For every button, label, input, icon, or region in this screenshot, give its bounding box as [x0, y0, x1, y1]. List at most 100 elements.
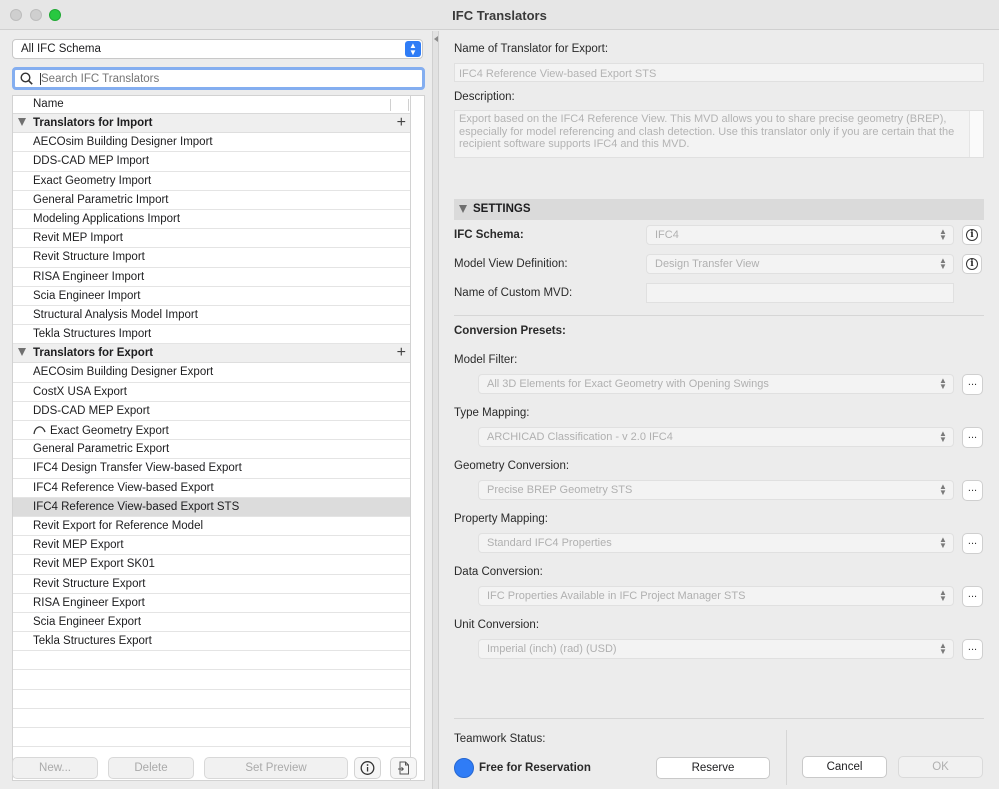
- list-item[interactable]: General Parametric Export: [13, 440, 410, 460]
- data-conversion-more-button[interactable]: ...: [962, 586, 983, 607]
- empty-row: [13, 728, 410, 748]
- translator-name-field[interactable]: IFC4 Reference View-based Export STS: [454, 63, 984, 82]
- list-item[interactable]: Revit MEP Import: [13, 229, 410, 249]
- mvd-info-button[interactable]: i: [962, 254, 982, 274]
- model-filter-label: Model Filter:: [454, 354, 518, 366]
- list-item-label: Revit Export for Reference Model: [33, 519, 204, 532]
- translator-list[interactable]: Name Translators for Import + AECOsim Buil…: [12, 95, 411, 781]
- empty-row: [13, 670, 410, 690]
- list-item-label: Revit MEP Export SK01: [33, 558, 155, 571]
- set-preview-button[interactable]: Set Preview: [204, 757, 348, 779]
- reserve-button[interactable]: Reserve: [656, 757, 770, 779]
- type-mapping-dropdown[interactable]: ARCHICAD Classification - v 2.0 IFC4 ▲ ▼: [478, 427, 954, 447]
- empty-row: [13, 709, 410, 728]
- list-item[interactable]: AECOsim Building Designer Export: [13, 363, 410, 383]
- list-item[interactable]: IFC4 Reference View-based Export: [13, 479, 410, 498]
- list-item-label: AECOsim Building Designer Export: [33, 366, 214, 379]
- list-item-label: Modeling Applications Import: [33, 212, 181, 225]
- add-translator-icon[interactable]: +: [397, 114, 406, 132]
- list-item-label: Revit Structure Import: [33, 251, 145, 264]
- list-item-label: AECOsim Building Designer Import: [33, 136, 213, 149]
- description-label: Description:: [454, 91, 515, 103]
- info-button[interactable]: [354, 757, 381, 779]
- list-item[interactable]: IFC4 Reference View-based Export STS: [13, 497, 410, 517]
- group-header[interactable]: Translators for Import +: [13, 114, 410, 134]
- delete-button[interactable]: Delete: [108, 757, 194, 779]
- list-item[interactable]: RISA Engineer Export: [13, 594, 410, 613]
- settings-section-header[interactable]: SETTINGS: [454, 199, 984, 220]
- info-icon: [360, 761, 375, 775]
- data-conversion-dropdown[interactable]: IFC Properties Available in IFC Project …: [478, 586, 954, 606]
- new-button[interactable]: New...: [12, 757, 98, 779]
- list-item[interactable]: Structural Analysis Model Import: [13, 306, 410, 326]
- ifc-schema-dropdown[interactable]: IFC4 ▲ ▼: [646, 225, 954, 245]
- panel-splitter[interactable]: [432, 31, 439, 789]
- list-item[interactable]: DDS-CAD MEP Import: [13, 152, 410, 172]
- list-item[interactable]: CostX USA Export: [13, 383, 410, 402]
- unit-conversion-dropdown[interactable]: Imperial (inch) (rad) (USD) ▲ ▼: [478, 639, 954, 659]
- model-filter-more-button[interactable]: ...: [962, 374, 983, 395]
- list-item[interactable]: RISA Engineer Import: [13, 268, 410, 287]
- settings-header-label: SETTINGS: [473, 203, 531, 215]
- list-item[interactable]: Tekla Structures Import: [13, 325, 410, 345]
- unit-conversion-more-button[interactable]: ...: [962, 639, 983, 660]
- group-header[interactable]: Translators for Export +: [13, 344, 410, 364]
- list-item[interactable]: Exact Geometry Import: [13, 172, 410, 191]
- list-item[interactable]: Exact Geometry Export: [13, 421, 410, 441]
- custom-mvd-field[interactable]: [646, 283, 954, 303]
- list-item-label: IFC4 Reference View-based Export STS: [33, 500, 240, 513]
- geometry-conversion-dropdown[interactable]: Precise BREP Geometry STS ▲ ▼: [478, 480, 954, 500]
- collapse-arrow-icon[interactable]: [434, 36, 438, 42]
- list-item-label: Revit Structure Export: [33, 577, 146, 590]
- list-item[interactable]: AECOsim Building Designer Import: [13, 133, 410, 153]
- type-mapping-more-button[interactable]: ...: [962, 427, 983, 448]
- document-icon: [398, 761, 409, 775]
- list-item[interactable]: General Parametric Import: [13, 191, 410, 210]
- add-translator-icon[interactable]: +: [397, 344, 406, 362]
- list-item[interactable]: DDS-CAD MEP Export: [13, 402, 410, 421]
- chevron-updown-icon: ▲ ▼: [939, 641, 947, 656]
- property-mapping-label: Property Mapping:: [454, 513, 548, 525]
- model-filter-value: All 3D Elements for Exact Geometry with …: [487, 378, 769, 390]
- disclosure-triangle-icon[interactable]: [459, 205, 467, 213]
- geometry-conversion-more-button[interactable]: ...: [962, 480, 983, 501]
- cancel-button[interactable]: Cancel: [802, 756, 887, 778]
- mvd-label: Model View Definition:: [454, 258, 568, 270]
- ifc-schema-info-button[interactable]: i: [962, 225, 982, 245]
- geometry-conversion-label: Geometry Conversion:: [454, 460, 570, 472]
- list-item[interactable]: Scia Engineer Import: [13, 287, 410, 306]
- export-file-button[interactable]: [390, 757, 417, 779]
- schema-filter-dropdown[interactable]: All IFC Schema ▲ ▼: [12, 39, 423, 59]
- ok-button[interactable]: OK: [898, 756, 983, 778]
- description-field[interactable]: Export based on the IFC4 Reference View.…: [454, 110, 984, 158]
- list-item[interactable]: Revit Export for Reference Model: [13, 517, 410, 537]
- column-name-header[interactable]: Name: [33, 98, 64, 110]
- search-input[interactable]: [41, 71, 411, 87]
- search-icon: [20, 72, 33, 85]
- list-item[interactable]: Scia Engineer Export: [13, 613, 410, 633]
- list-item[interactable]: Tekla Structures Export: [13, 632, 410, 652]
- property-mapping-more-button[interactable]: ...: [962, 533, 983, 554]
- property-mapping-dropdown[interactable]: Standard IFC4 Properties ▲ ▼: [478, 533, 954, 553]
- unit-conversion-value: Imperial (inch) (rad) (USD): [487, 643, 617, 655]
- conversion-presets-label: Conversion Presets:: [454, 325, 566, 337]
- list-item[interactable]: IFC4 Design Transfer View-based Export: [13, 459, 410, 479]
- list-item[interactable]: Revit Structure Import: [13, 248, 410, 268]
- ifc-schema-value: IFC4: [655, 229, 679, 241]
- list-item[interactable]: Revit Structure Export: [13, 575, 410, 594]
- list-item[interactable]: Modeling Applications Import: [13, 210, 410, 230]
- mvd-dropdown[interactable]: Design Transfer View ▲ ▼: [646, 254, 954, 274]
- list-item-label: RISA Engineer Import: [33, 270, 145, 283]
- chevron-updown-icon: ▲ ▼: [939, 535, 947, 550]
- divider: [454, 718, 984, 719]
- disclosure-triangle-icon[interactable]: [18, 118, 26, 126]
- list-item[interactable]: Revit MEP Export SK01: [13, 555, 410, 575]
- description-scrollbar[interactable]: [969, 111, 983, 157]
- list-item[interactable]: Revit MEP Export: [13, 536, 410, 556]
- disclosure-triangle-icon[interactable]: [18, 348, 26, 357]
- model-filter-dropdown[interactable]: All 3D Elements for Exact Geometry with …: [478, 374, 954, 394]
- info-icon: i: [966, 258, 978, 270]
- custom-mvd-label: Name of Custom MVD:: [454, 287, 573, 299]
- search-box[interactable]: [12, 67, 425, 90]
- chevron-updown-icon: ▲ ▼: [939, 376, 947, 391]
